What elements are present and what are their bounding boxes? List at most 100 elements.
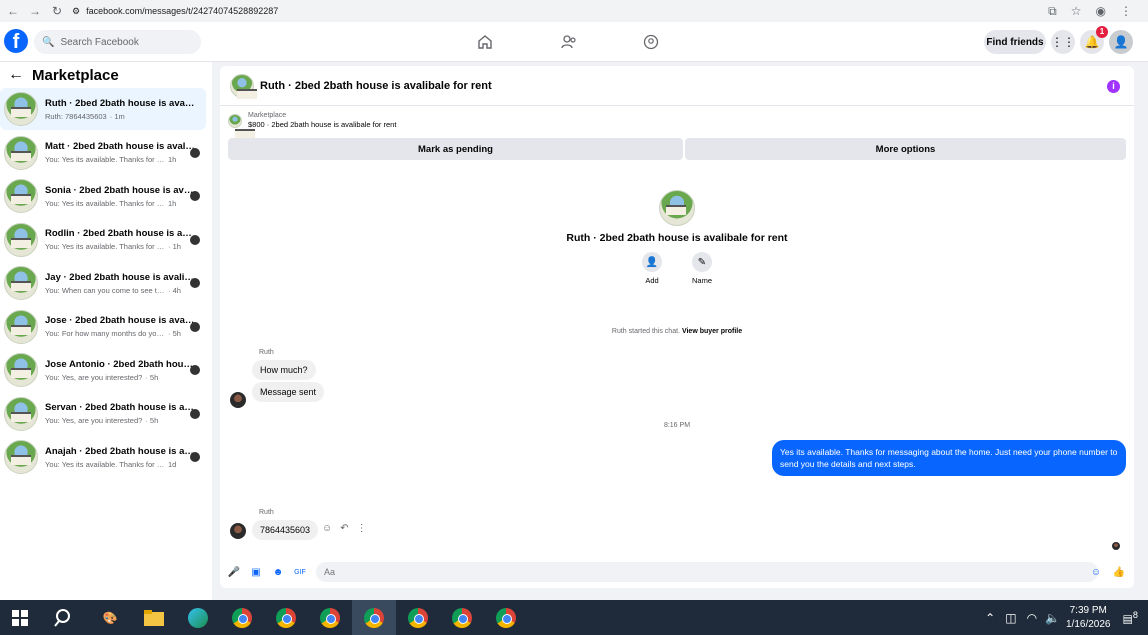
inbox-title: Marketplace: [32, 66, 119, 84]
chat-header: Ruth · 2bed 2bath house is avalibale for…: [220, 66, 1134, 106]
chevron-up-icon[interactable]: ⌃: [985, 611, 995, 625]
chrome-profile-icon[interactable]: [450, 606, 474, 630]
conversation-title: Jose Antonio · 2bed 2bath house i...: [45, 358, 195, 370]
seen-avatar: [190, 408, 200, 419]
reply-icon[interactable]: ↶: [340, 523, 348, 534]
menu-dots-icon[interactable]: ⋮: [1120, 4, 1132, 19]
search-icon: 🔍: [42, 36, 55, 48]
listing-avatar: [4, 179, 38, 213]
seen-avatar: [190, 147, 200, 158]
outgoing-message[interactable]: Yes its available. Thanks for messaging …: [772, 440, 1126, 476]
edge-browser-icon[interactable]: [186, 606, 210, 630]
incoming-message[interactable]: 7864435603: [252, 520, 319, 540]
chrome-profile-icon[interactable]: [318, 606, 342, 630]
listing-label: Marketplace: [248, 112, 287, 119]
site-settings-icon[interactable]: ⚙: [72, 6, 80, 17]
conversation-time: · 1m: [109, 111, 125, 121]
file-explorer-icon[interactable]: [142, 606, 166, 630]
reload-icon[interactable]: ↻: [50, 4, 64, 18]
conversation-item[interactable]: Matt · 2bed 2bath house is avali... You: …: [0, 132, 206, 174]
conversation-title: Servan · 2bed 2bath house is avali...: [45, 402, 195, 413]
windows-start-icon[interactable]: [8, 606, 32, 630]
sticker-icon[interactable]: ☻: [272, 566, 284, 578]
gif-icon[interactable]: GIF: [294, 566, 306, 578]
info-icon[interactable]: i: [1107, 80, 1120, 93]
system-clock[interactable]: 7:39 PM 1/16/2026: [1066, 604, 1111, 632]
speaker-icon[interactable]: 🔈: [1045, 611, 1060, 625]
incoming-message[interactable]: Message sent: [252, 382, 325, 402]
conversation-time: · 1h: [168, 242, 181, 251]
chrome-profile-icon[interactable]: [494, 606, 518, 630]
incoming-message[interactable]: How much?: [252, 360, 316, 380]
chrome-profile-active-icon[interactable]: [352, 600, 396, 635]
conversation-item[interactable]: Jose Antonio · 2bed 2bath house i... You:…: [0, 349, 206, 391]
chat-panel: Ruth · 2bed 2bath house is avalibale for…: [220, 66, 1134, 588]
seen-avatar: [190, 365, 200, 375]
forward-arrow-icon[interactable]: →: [28, 4, 42, 18]
back-arrow-icon[interactable]: ←: [8, 66, 24, 84]
name-label: Name: [691, 276, 712, 285]
back-arrow-icon[interactable]: ←: [6, 4, 20, 18]
chrome-profile-icon[interactable]: [274, 606, 298, 630]
facebook-header: f 🔍 Search Facebook Find friends ⋮⋮ 🔔 1 …: [0, 22, 1148, 62]
wifi-icon[interactable]: ◠: [1027, 611, 1037, 625]
conversation-time: · 4h: [168, 285, 181, 295]
message-actions: ☺ ↶ ⋮: [322, 523, 367, 534]
conversation-snippet: You: When can you come to see th...: [45, 285, 165, 295]
listing-summary[interactable]: Marketplace $800 · 2bed 2bath house is a…: [228, 112, 397, 139]
account-avatar[interactable]: 👤: [1109, 30, 1133, 54]
conversation-item[interactable]: Jose · 2bed 2bath house is avali... You: …: [0, 306, 206, 348]
emoji-icon[interactable]: ☺: [1090, 566, 1102, 578]
conversation-item[interactable]: Ruth · 2bed 2bath house is avaliba... Rut…: [0, 88, 206, 130]
message-input[interactable]: [316, 562, 1098, 582]
menu-grid-icon[interactable]: ⋮⋮: [1051, 30, 1075, 54]
install-app-icon[interactable]: ⧉: [1048, 4, 1057, 19]
listing-price: $800 · 2bed 2bath house is avalibale for…: [248, 120, 397, 129]
home-icon[interactable]: [473, 30, 497, 54]
name-button[interactable]: ✎ Name: [688, 252, 716, 285]
image-icon[interactable]: ▣: [250, 566, 262, 578]
sender-avatar[interactable]: [230, 392, 246, 408]
sender-avatar[interactable]: [230, 523, 246, 539]
mark-pending-button[interactable]: Mark as pending: [228, 138, 683, 160]
seen-avatar: [190, 234, 200, 245]
seen-avatar: [190, 278, 200, 288]
conversation-time: 1d: [168, 459, 177, 469]
facebook-logo[interactable]: f: [4, 29, 28, 53]
profile-icon[interactable]: ◉: [1096, 4, 1106, 19]
conversation-item[interactable]: Sonia · 2bed 2bath house is aval... You: …: [0, 175, 206, 217]
paint-icon[interactable]: 🎨: [98, 606, 122, 630]
react-smiley-icon[interactable]: ☺: [322, 523, 332, 534]
like-thumbs-up-icon[interactable]: 👍: [1113, 566, 1125, 578]
listing-avatar: [4, 135, 38, 170]
listing-thumbnail: [228, 113, 255, 139]
view-buyer-profile-link[interactable]: View buyer profile: [682, 328, 742, 335]
more-dots-icon[interactable]: ⋮: [357, 523, 367, 534]
conversation-snippet: Ruth: 7864435603: [45, 111, 107, 121]
address-bar[interactable]: ⚙ facebook.com/messages/t/24274074528892…: [72, 2, 1040, 20]
conversation-snippet: You: Yes its available. Thanks for m...: [45, 155, 165, 164]
conversation-snippet: You: Yes its available. Thanks for mess.…: [45, 459, 165, 469]
search-box[interactable]: 🔍 Search Facebook: [34, 30, 201, 54]
conversation-item[interactable]: Rodlin · 2bed 2bath house is avali... You…: [0, 219, 206, 261]
microphone-icon[interactable]: 🎤: [228, 566, 240, 578]
conversation-item[interactable]: Servan · 2bed 2bath house is avali... You…: [0, 393, 206, 435]
meet-now-icon[interactable]: ◫: [1005, 611, 1016, 625]
chrome-profile-icon[interactable]: [406, 606, 430, 630]
intro-title: Ruth · 2bed 2bath house is avalibale for…: [566, 232, 788, 244]
conversation-item[interactable]: Anajah · 2bed 2bath house is avali... You…: [0, 436, 206, 478]
chrome-icon[interactable]: [230, 606, 254, 630]
chat-avatar[interactable]: [230, 73, 257, 99]
conversation-item[interactable]: Jay · 2bed 2bath house is avalib... You: …: [0, 262, 206, 304]
find-friends-button[interactable]: Find friends: [984, 30, 1046, 54]
add-button[interactable]: 👤 Add: [638, 252, 666, 285]
listing-avatar: [4, 353, 38, 387]
notification-center-icon[interactable]: ▤8: [1123, 610, 1139, 626]
groups-icon[interactable]: [639, 30, 663, 54]
more-options-button[interactable]: More options: [685, 138, 1126, 160]
bookmark-star-icon[interactable]: ☆: [1071, 4, 1082, 19]
friends-icon[interactable]: [557, 30, 581, 54]
chat-title[interactable]: Ruth · 2bed 2bath house is avalibale for…: [260, 80, 492, 92]
search-icon[interactable]: [52, 606, 76, 630]
conversation-title: Jay · 2bed 2bath house is avalib...: [45, 271, 195, 283]
